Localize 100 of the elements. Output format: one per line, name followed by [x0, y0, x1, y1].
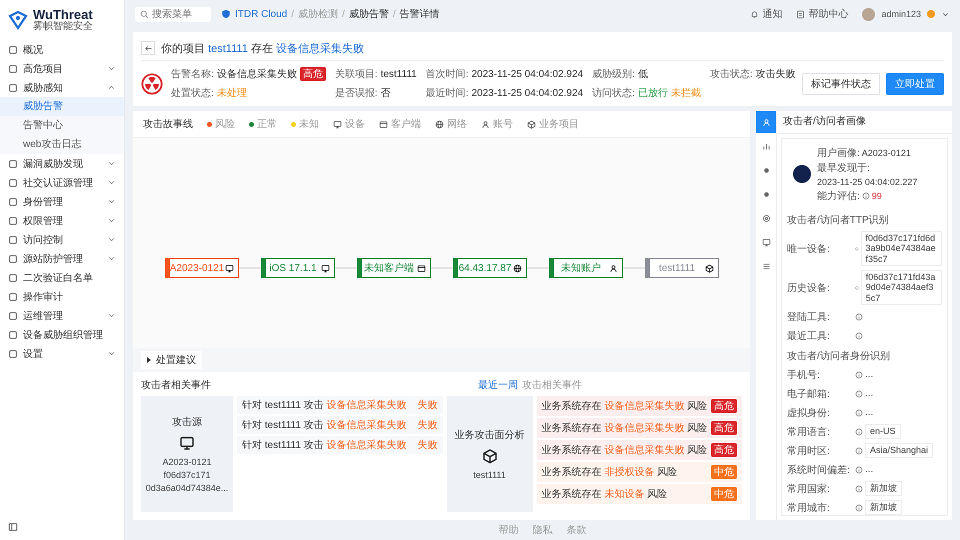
- field-label: 电子邮箱:: [787, 388, 831, 401]
- square-icon: [8, 82, 18, 92]
- info-icon: [855, 484, 863, 493]
- sidebar-item[interactable]: 设备威胁组织管理: [0, 325, 124, 344]
- sidebar-item[interactable]: 社交认证源管理: [0, 173, 124, 192]
- bell-icon: [750, 10, 760, 18]
- collapse-icon[interactable]: [8, 522, 18, 532]
- back-arrow-icon: [144, 44, 152, 52]
- device-icon: [762, 238, 770, 246]
- avatar: [793, 165, 811, 183]
- sidebar-item[interactable]: 二次验证白名单: [0, 268, 124, 287]
- legend-label: 网络: [447, 118, 467, 131]
- risk-row[interactable]: 业务系统存在 设备信息采集失败 风险 高危: [536, 440, 742, 460]
- event-row[interactable]: 针对 test1111 攻击 设备信息采集失败 失败: [237, 396, 442, 414]
- value-tag: en-US: [865, 424, 901, 439]
- card-title: 攻击源: [172, 416, 202, 429]
- field-label: 用户画像:: [817, 146, 860, 160]
- info-icon: [855, 370, 863, 379]
- breadcrumb-separator: /: [342, 8, 345, 20]
- field-value: ...: [865, 388, 874, 399]
- square-icon: [8, 178, 18, 188]
- sidebar-item[interactable]: 威胁感知: [0, 78, 124, 97]
- field-value: ...: [865, 464, 874, 475]
- field-label: 关联项目:: [334, 68, 378, 81]
- field-label: 常用国家:: [787, 482, 831, 496]
- story-node[interactable]: 未知客户端: [356, 258, 430, 278]
- field-label: 能力评估:: [817, 190, 860, 202]
- story-node[interactable]: 64.43.17.87: [452, 258, 526, 278]
- info-icon: [855, 312, 863, 321]
- account-icon: [608, 264, 618, 272]
- sidebar-item[interactable]: 设置: [0, 344, 124, 363]
- radiation-icon: [141, 72, 163, 94]
- sidebar-item[interactable]: 概况: [0, 40, 124, 59]
- legend-label: 设备: [345, 118, 365, 131]
- sidebar-item[interactable]: 访问控制: [0, 230, 124, 249]
- field-label: 威胁级别:: [592, 68, 635, 81]
- network-icon: [512, 264, 522, 272]
- sidebar-item[interactable]: 漏洞威胁发现: [0, 154, 124, 173]
- section-title: 攻击故事线: [143, 118, 193, 131]
- sidebar-subitem[interactable]: 告警中心: [0, 116, 124, 135]
- header-link[interactable]: 通知: [750, 7, 782, 21]
- risk-row[interactable]: 业务系统存在 设备信息采集失败 风险 高危: [536, 396, 742, 416]
- sidebar-item[interactable]: 操作审计: [0, 287, 124, 306]
- info-icon: [855, 446, 863, 455]
- sidebar-item[interactable]: 权限管理: [0, 211, 124, 230]
- link-text[interactable]: 最近一周: [478, 378, 518, 392]
- sidebar-subitem[interactable]: 威胁告警: [0, 97, 124, 116]
- brand-tagline: 雾帜智能安全: [33, 22, 93, 32]
- square-icon: [8, 44, 18, 54]
- value-tag: 新加坡: [865, 481, 902, 496]
- severity-badge: 高危: [711, 399, 737, 413]
- risk-row[interactable]: 业务系统存在 设备信息采集失败 风险 高危: [536, 418, 742, 438]
- square-icon: [8, 196, 18, 206]
- field-label: 最早发现于:: [817, 162, 870, 175]
- panel-tab[interactable]: [756, 111, 776, 133]
- sidebar-item[interactable]: 运维管理: [0, 306, 124, 325]
- field-label: 唯一设备:: [787, 242, 831, 256]
- field-value: 2023-11-25 04:04:02.924: [471, 88, 584, 98]
- sidebar-subitem[interactable]: web攻击日志: [0, 135, 124, 154]
- risk-row[interactable]: 业务系统存在 未知设备 风险 中危: [536, 484, 742, 504]
- device-icon: [320, 264, 330, 272]
- search-field[interactable]: 搜索菜单: [135, 6, 211, 22]
- square-icon: [8, 234, 18, 244]
- field-label: 系统时间偏差:: [787, 464, 851, 477]
- field-label: 处置状态:: [171, 86, 214, 100]
- breadcrumb-item: 告警详情: [400, 8, 440, 21]
- client-icon: [416, 264, 426, 272]
- collapse-toggle[interactable]: 处置建议: [141, 351, 202, 369]
- event-row[interactable]: 针对 test1111 攻击 设备信息采集失败 失败: [237, 416, 442, 434]
- monitor-icon: [179, 435, 195, 451]
- story-node[interactable]: iOS 17.1.1: [260, 258, 334, 278]
- mark-status-button[interactable]: 标记事件状态: [802, 72, 880, 94]
- source-text: A2023-0121: [162, 457, 212, 467]
- square-icon: [8, 330, 18, 340]
- legend-label: 未知: [299, 118, 319, 131]
- search-icon: [140, 10, 149, 18]
- sidebar-item[interactable]: 身份管理: [0, 192, 124, 211]
- shield-icon: [221, 9, 231, 19]
- field-label: 是否误报:: [334, 86, 378, 100]
- section-heading: 攻击者/访问者身份识别: [787, 350, 891, 364]
- user-name[interactable]: admin123: [881, 9, 921, 19]
- field-label: 常用语言:: [787, 426, 831, 439]
- field-value: 已放行: [638, 87, 668, 100]
- project-name: test1111: [473, 470, 506, 480]
- risk-row[interactable]: 业务系统存在 非授权设备 风险 中危: [536, 462, 742, 482]
- header-link[interactable]: 帮助中心: [796, 7, 848, 21]
- status-dot-icon: [927, 10, 935, 18]
- breadcrumb-item[interactable]: ITDR Cloud: [235, 8, 288, 20]
- severity-badge: 高危: [300, 67, 326, 81]
- square-icon: [8, 254, 18, 264]
- sidebar-item[interactable]: 高危项目: [0, 59, 124, 78]
- back-button[interactable]: [141, 41, 155, 55]
- square-icon: [8, 292, 18, 302]
- square-icon: [8, 64, 18, 74]
- sidebar-item[interactable]: 源站防护管理: [0, 249, 124, 268]
- field-label: 首次时间:: [426, 68, 468, 81]
- person-icon: [762, 118, 770, 126]
- event-row[interactable]: 针对 test1111 攻击 设备信息采集失败 失败: [237, 436, 442, 454]
- story-node[interactable]: 未知账户: [548, 258, 622, 278]
- field-label: 历史设备:: [787, 282, 831, 295]
